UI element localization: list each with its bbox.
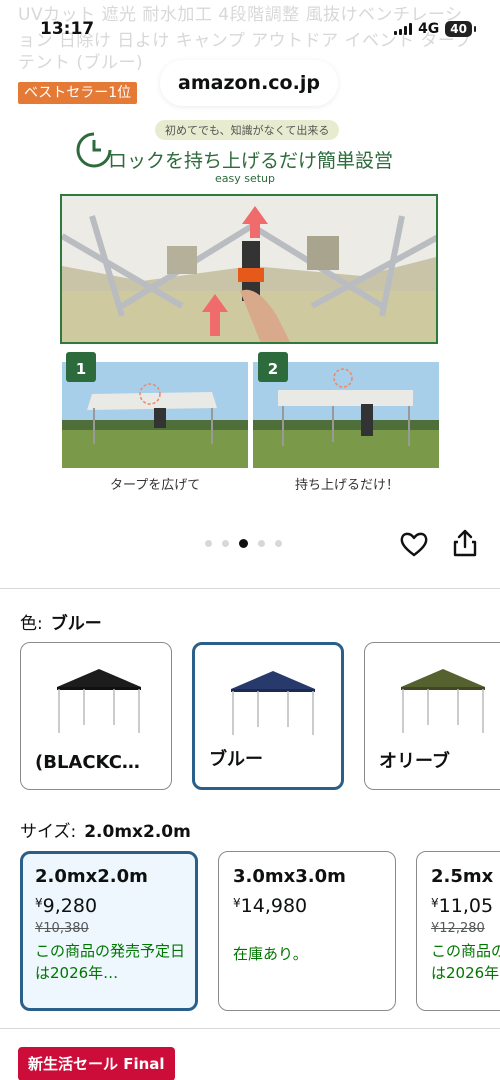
color-option-label: ブルー <box>209 749 263 770</box>
color-option-olive[interactable]: オリーブ <box>364 642 500 790</box>
section-divider <box>0 1028 500 1029</box>
battery-icon: 40 <box>445 21 476 37</box>
bestseller-badge: ベストセラー1位 <box>18 82 138 104</box>
color-option-blue[interactable]: ブルー <box>192 642 344 790</box>
color-label: 色: <box>20 614 43 634</box>
network-label: 4G <box>418 21 440 37</box>
size-selected-value: 2.0mx2.0m <box>84 822 191 842</box>
step-2-caption: 持ち上げるだけ！ <box>295 478 400 493</box>
size-option-3x3[interactable]: 3.0mx3.0m ¥14,980 在庫あり。 <box>218 851 396 1011</box>
tent-olive-icon <box>401 669 485 733</box>
size-option-was-price: ¥10,380 <box>35 921 89 936</box>
size-label-row: サイズ: 2.0mx2.0m <box>20 817 191 842</box>
status-indicators: 4G 40 <box>394 21 476 37</box>
size-label: サイズ: <box>20 822 77 842</box>
size-option-availability: この商品の発売予定日は2026年… <box>431 942 500 982</box>
color-option-label: オリーブ <box>379 751 450 772</box>
step-1-badge: 1 <box>66 352 96 382</box>
size-option-availability: この商品の発売予定日は2026年… <box>35 942 186 982</box>
size-option-was-price <box>233 921 395 939</box>
url-bar[interactable]: amazon.co.jp <box>160 60 338 106</box>
size-option-price: ¥11,05 <box>431 895 494 917</box>
status-time: 13:17 <box>40 19 95 39</box>
size-option-availability: 在庫あり。 <box>233 945 308 963</box>
hero-tag: 初めてでも、知識がなくて出来る <box>155 120 340 140</box>
color-option-label: (BLACKC… <box>35 752 140 773</box>
color-label-row: 色: ブルー <box>20 609 102 634</box>
hero-subline: easy setup <box>215 172 276 185</box>
size-option-was-price: ¥12,280 <box>431 921 485 936</box>
hero-headline: ロックを持ち上げるだけ簡単設営 <box>108 150 394 172</box>
size-option-price: ¥14,980 <box>233 895 308 917</box>
sale-badge: 新生活セール Final <box>18 1047 175 1080</box>
setup-photo <box>60 194 438 344</box>
carousel-dots[interactable] <box>205 539 282 548</box>
carousel-dot-active[interactable] <box>239 539 248 548</box>
size-option-2-5[interactable]: 2.5mx ¥11,05 ¥12,280 この商品の発売予定日は2026年… <box>416 851 500 1011</box>
share-icon[interactable] <box>451 528 479 558</box>
size-option-name: 2.5mx <box>431 866 494 887</box>
size-option-name: 3.0mx3.0m <box>233 866 346 887</box>
tent-blue-icon <box>231 671 315 735</box>
size-option-2x2[interactable]: 2.0mx2.0m ¥9,280 ¥10,380 この商品の発売予定日は2026… <box>20 851 198 1011</box>
carousel-dot[interactable] <box>222 540 229 547</box>
tent-black-icon <box>57 669 141 733</box>
heart-icon[interactable] <box>399 530 429 558</box>
signal-icon <box>394 23 413 35</box>
carousel-dot[interactable] <box>258 540 265 547</box>
size-option-price: ¥9,280 <box>35 895 98 917</box>
color-option-black[interactable]: (BLACKC… <box>20 642 172 790</box>
section-divider <box>0 588 500 589</box>
step-1-caption: タープを広げて <box>110 478 201 493</box>
color-selected-value: ブルー <box>50 614 102 634</box>
carousel-dot[interactable] <box>205 540 212 547</box>
carousel-dot[interactable] <box>275 540 282 547</box>
size-option-name: 2.0mx2.0m <box>35 866 148 887</box>
step-2-badge: 2 <box>258 352 288 382</box>
